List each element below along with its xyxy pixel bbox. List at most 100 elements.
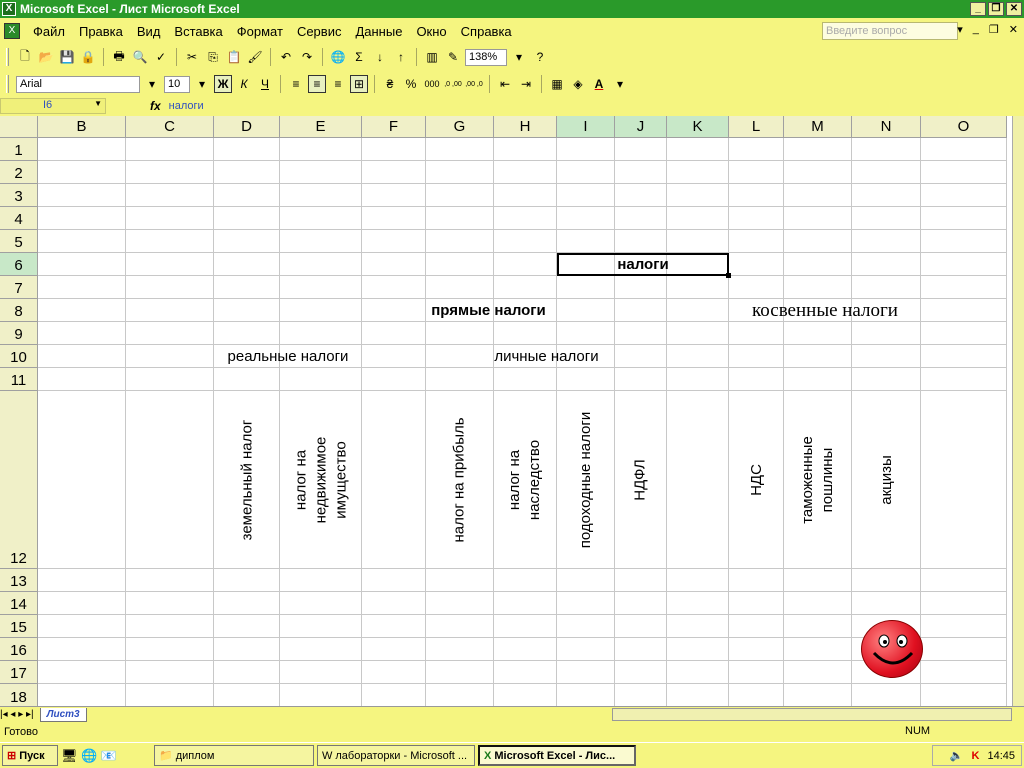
horizontal-scrollbar[interactable] bbox=[612, 708, 1012, 721]
ask-dropdown-icon[interactable]: ▾ bbox=[957, 23, 963, 36]
cell-direct-taxes[interactable]: прямые налоги bbox=[362, 299, 615, 322]
start-button[interactable]: ⊞ Пуск bbox=[2, 745, 58, 766]
close-button[interactable]: ✕ bbox=[1006, 2, 1022, 16]
menu-insert[interactable]: Вставка bbox=[167, 24, 229, 39]
insert-function-icon[interactable]: fx bbox=[150, 99, 161, 113]
antivirus-icon[interactable]: K bbox=[972, 750, 980, 762]
percent-button[interactable]: % bbox=[402, 75, 420, 93]
font-color-icon[interactable]: A bbox=[590, 75, 608, 93]
column-header-H[interactable]: H bbox=[494, 116, 557, 138]
toolbar-grip[interactable] bbox=[6, 48, 9, 66]
vertical-scrollbar[interactable] bbox=[1012, 116, 1024, 708]
align-center-icon[interactable]: ≡ bbox=[308, 75, 326, 93]
zoom-select[interactable]: 138% bbox=[465, 48, 507, 66]
align-right-icon[interactable]: ≡ bbox=[329, 75, 347, 93]
fill-handle[interactable] bbox=[726, 273, 731, 278]
row-header-14[interactable]: 14 bbox=[0, 592, 38, 615]
row-header-4[interactable]: 4 bbox=[0, 207, 38, 230]
smiley-face-icon[interactable] bbox=[861, 620, 923, 678]
bold-button[interactable]: Ж bbox=[214, 75, 232, 93]
cell-profit-tax[interactable]: налог на прибыль bbox=[426, 391, 494, 569]
row-header-13[interactable]: 13 bbox=[0, 569, 38, 592]
ask-question-input[interactable]: Введите вопрос bbox=[822, 22, 958, 40]
size-dropdown-icon[interactable]: ▾ bbox=[193, 75, 211, 93]
workbook-icon[interactable]: X bbox=[4, 23, 20, 39]
menu-file[interactable]: Файл bbox=[26, 24, 72, 39]
menu-window[interactable]: Окно bbox=[409, 24, 453, 39]
name-box[interactable]: I6 ▼ bbox=[0, 98, 106, 114]
menu-format[interactable]: Формат bbox=[230, 24, 290, 39]
cell-income-taxes[interactable]: подоходные налоги bbox=[557, 391, 615, 569]
cell-inheritance-tax[interactable]: налог на наследство bbox=[494, 391, 557, 569]
spreadsheet-grid[interactable]: B C D E F G H I J K L M N O 1 2 3 4 5 6 7 8 9 10 11 12 13 14 15 16 17 1… bbox=[0, 116, 1012, 708]
cell-indirect-taxes[interactable]: косвенные налоги bbox=[729, 299, 921, 322]
permission-icon[interactable]: 🔒 bbox=[79, 48, 97, 66]
increase-decimal-button[interactable]: ,0 ,00 bbox=[444, 75, 462, 93]
copy-icon[interactable]: ⎘ bbox=[204, 48, 222, 66]
chart-wizard-icon[interactable]: ▥ bbox=[423, 48, 441, 66]
minimize-button[interactable]: _ bbox=[970, 2, 986, 16]
menu-help[interactable]: Справка bbox=[454, 24, 519, 39]
row-header-18[interactable]: 18 bbox=[0, 684, 38, 708]
sort-ascending-icon[interactable]: ↓ bbox=[371, 48, 389, 66]
row-header-2[interactable]: 2 bbox=[0, 161, 38, 184]
menu-data[interactable]: Данные bbox=[348, 24, 409, 39]
autosum-icon[interactable]: Σ bbox=[350, 48, 368, 66]
row-header-8[interactable]: 8 bbox=[0, 299, 38, 322]
row-header-16[interactable]: 16 bbox=[0, 638, 38, 661]
sheet-tab[interactable]: Лист3 bbox=[39, 707, 87, 722]
column-header-O[interactable]: O bbox=[921, 116, 1007, 138]
row-header-1[interactable]: 1 bbox=[0, 138, 38, 161]
restore-button[interactable]: ❐ bbox=[988, 2, 1004, 16]
row-header-11[interactable]: 11 bbox=[0, 368, 38, 391]
column-header-K[interactable]: K bbox=[667, 116, 729, 138]
menu-edit[interactable]: Правка bbox=[72, 24, 130, 39]
row-header-6[interactable]: 6 bbox=[0, 253, 38, 276]
borders-icon[interactable]: ▦ bbox=[548, 75, 566, 93]
row-header-9[interactable]: 9 bbox=[0, 322, 38, 345]
sheet-nav-icon[interactable]: |◂ ◂ ▸ ▸| bbox=[0, 709, 34, 720]
font-size-select[interactable]: 10 bbox=[164, 75, 190, 93]
hyperlink-icon[interactable]: 🌐 bbox=[329, 48, 347, 66]
paste-icon[interactable]: 📋 bbox=[225, 48, 243, 66]
speaker-icon[interactable]: 🔈 bbox=[950, 749, 964, 762]
currency-icon[interactable]: ₴ bbox=[381, 75, 399, 93]
italic-button[interactable]: К bbox=[235, 75, 253, 93]
menu-tools[interactable]: Сервис bbox=[290, 24, 349, 39]
column-header-B[interactable]: B bbox=[38, 116, 126, 138]
cut-icon[interactable]: ✂ bbox=[183, 48, 201, 66]
drawing-icon[interactable]: ✎ bbox=[444, 48, 462, 66]
save-icon[interactable]: 💾 bbox=[58, 48, 76, 66]
spelling-icon[interactable]: ✓ bbox=[152, 48, 170, 66]
print-icon[interactable]: 🖶 bbox=[110, 48, 128, 66]
name-box-dropdown-icon[interactable]: ▼ bbox=[94, 99, 102, 108]
zoom-dropdown-icon[interactable]: ▾ bbox=[510, 48, 528, 66]
doc-close-button[interactable]: ✕ bbox=[1009, 23, 1018, 36]
cell-land-tax[interactable]: земельный налог bbox=[214, 391, 280, 569]
fill-color-icon[interactable]: ◈ bbox=[569, 75, 587, 93]
row-header-3[interactable]: 3 bbox=[0, 184, 38, 207]
row-header-17[interactable]: 17 bbox=[0, 661, 38, 684]
font-name-select[interactable]: Arial bbox=[16, 75, 140, 93]
row-header-15[interactable]: 15 bbox=[0, 615, 38, 638]
column-header-G[interactable]: G bbox=[426, 116, 494, 138]
taskbar-item-folder[interactable]: 📁 диплом bbox=[154, 745, 314, 766]
column-header-N[interactable]: N bbox=[852, 116, 921, 138]
cell-real-taxes[interactable]: реальные налоги bbox=[214, 345, 362, 368]
underline-button[interactable]: Ч bbox=[256, 75, 274, 93]
merge-center-icon[interactable]: ⊞ bbox=[350, 75, 368, 93]
help-icon[interactable]: ? bbox=[531, 48, 549, 66]
font-dropdown-icon[interactable]: ▾ bbox=[143, 75, 161, 93]
redo-icon[interactable]: ↷ bbox=[298, 48, 316, 66]
row-header-7[interactable]: 7 bbox=[0, 276, 38, 299]
row-header-10[interactable]: 10 bbox=[0, 345, 38, 368]
toolbar-options-icon[interactable]: ▾ bbox=[611, 75, 629, 93]
column-header-C[interactable]: C bbox=[126, 116, 214, 138]
taskbar-item-excel[interactable]: X Microsoft Excel - Лис... bbox=[478, 745, 636, 766]
column-header-L[interactable]: L bbox=[729, 116, 784, 138]
doc-restore-button[interactable]: ❐ bbox=[989, 23, 999, 36]
toolbar-grip[interactable] bbox=[6, 75, 9, 93]
formula-input[interactable]: налоги bbox=[169, 100, 204, 112]
column-header-I[interactable]: I bbox=[557, 116, 615, 138]
open-icon[interactable]: 📂 bbox=[37, 48, 55, 66]
